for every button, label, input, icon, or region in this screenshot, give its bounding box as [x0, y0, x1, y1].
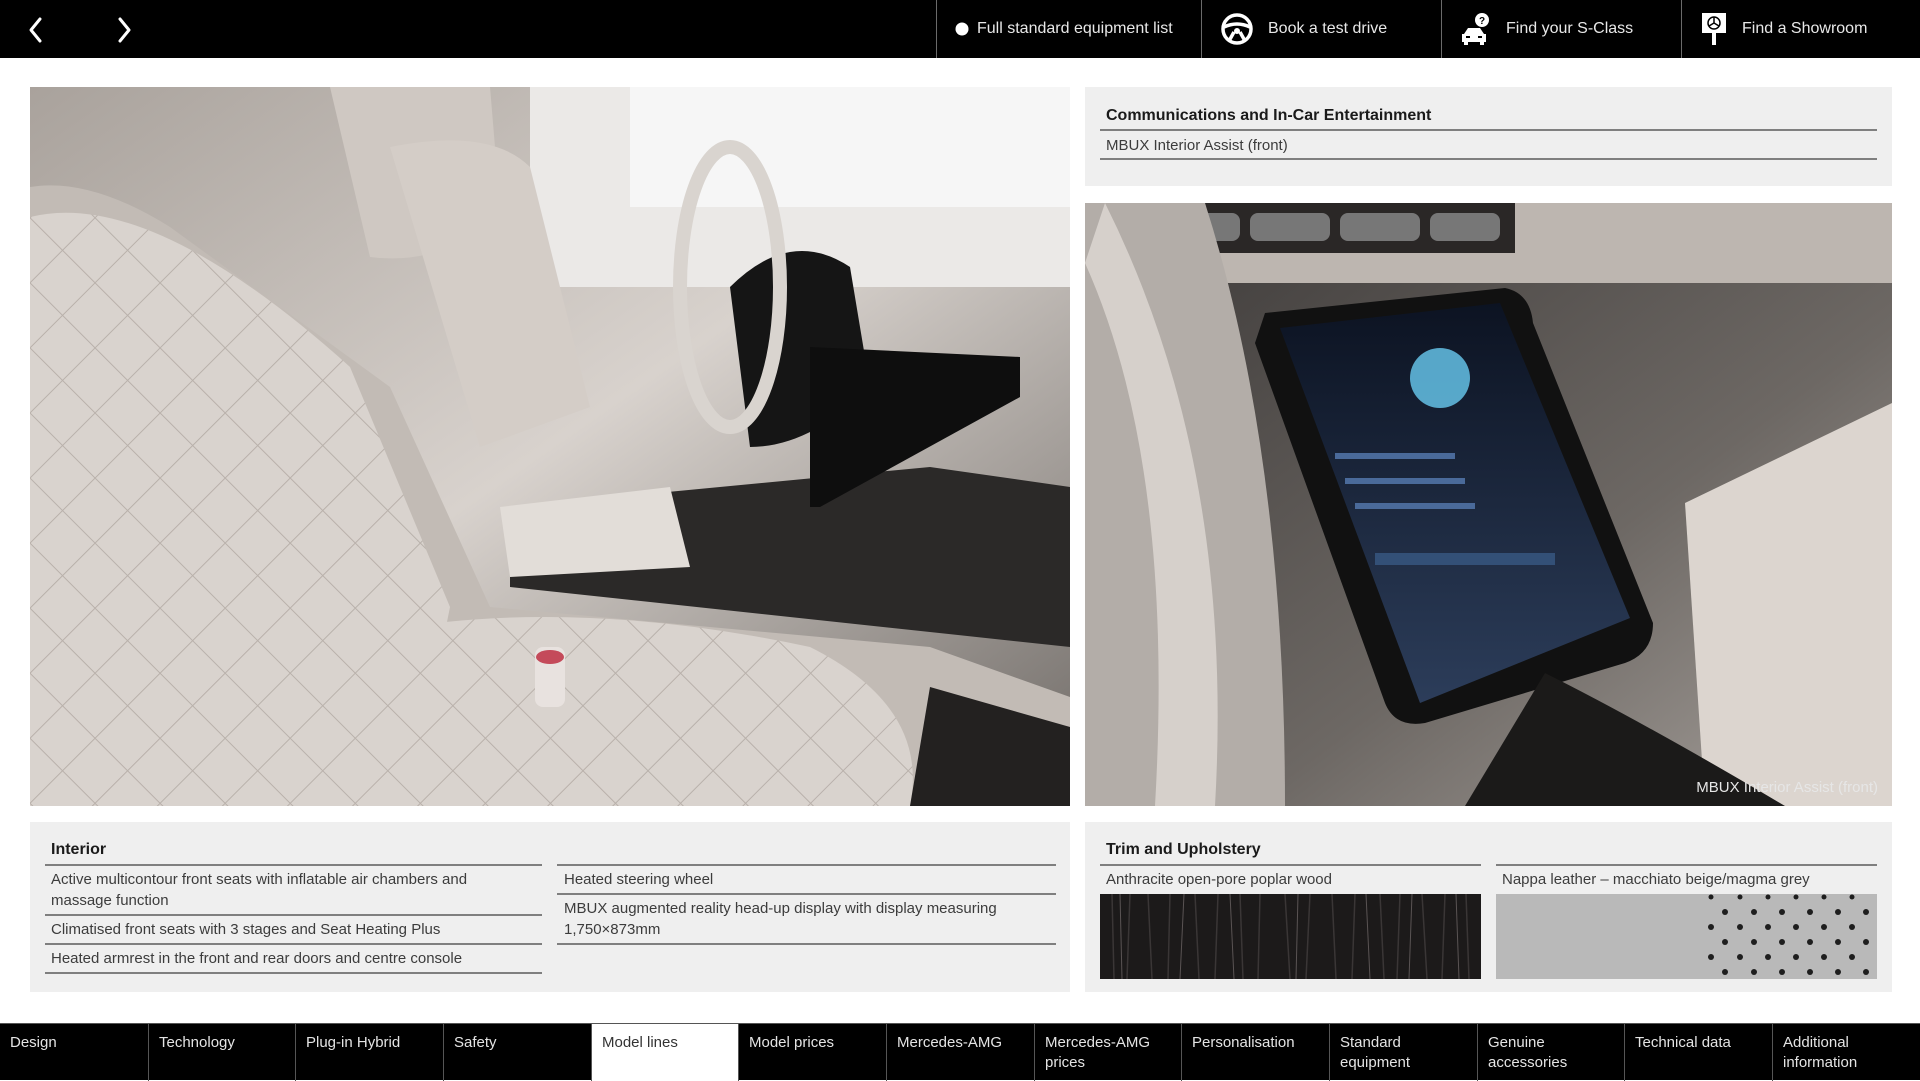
interior-item: Heated steering wheel [564, 871, 714, 888]
divider [1100, 158, 1877, 160]
nav-personalisation[interactable]: Personalisation [1181, 1024, 1329, 1081]
divider [557, 893, 1056, 895]
showroom-sign-icon [1700, 11, 1728, 47]
filled-circle-icon [955, 22, 969, 36]
divider [45, 972, 542, 974]
divider [557, 943, 1056, 945]
divider [557, 864, 1056, 866]
photo-caption: MBUX Interior Assist (front) [1696, 779, 1878, 796]
seat-interior-photo [30, 87, 1070, 806]
divider [45, 943, 542, 945]
book-test-drive-label: Book a test drive [1268, 20, 1388, 37]
top-nav: Full standard equipment list Book a test… [936, 0, 1920, 58]
divider [45, 864, 542, 866]
divider [45, 914, 542, 916]
trim-upholstery-panel: Trim and Upholstery Anthracite open-pore… [1085, 822, 1892, 992]
comms-item: MBUX Interior Assist (front) [1106, 137, 1288, 154]
nav-standard-equipment[interactable]: Standard equipment [1329, 1024, 1477, 1081]
nav-model-prices[interactable]: Model prices [738, 1024, 886, 1081]
interior-item: Active multicontour front seats with inf… [51, 871, 468, 909]
steering-wheel-icon [1220, 12, 1254, 46]
nav-technical-data[interactable]: Technical data [1624, 1024, 1772, 1081]
chevron-right-icon [118, 17, 131, 43]
nav-additional-information[interactable]: Additional information [1772, 1024, 1920, 1081]
leather-swatch [1496, 894, 1877, 979]
find-a-showroom-link[interactable]: Find a Showroom [1681, 0, 1920, 58]
wood-swatch [1100, 894, 1481, 979]
full-equipment-list-label: Full standard equipment list [977, 20, 1173, 37]
communications-panel: Communications and In-Car Entertainment … [1085, 87, 1892, 186]
divider [1496, 864, 1877, 866]
section-nav: Design Technology Plug-in Hybrid Safety … [0, 1023, 1920, 1081]
divider [1100, 864, 1481, 866]
top-bar: Full standard equipment list Book a test… [0, 0, 1920, 58]
nav-mercedes-amg-prices[interactable]: Mercedes-AMG prices [1034, 1024, 1181, 1081]
find-your-s-class-label: Find your S-Class [1506, 20, 1634, 37]
interior-panel: Interior Active multicontour front seats… [30, 822, 1070, 992]
previous-page-button[interactable] [18, 12, 54, 48]
next-page-button[interactable] [106, 12, 142, 48]
trim-title: Trim and Upholstery [1106, 841, 1261, 858]
nav-model-lines[interactable]: Model lines [591, 1024, 738, 1081]
interior-item: Climatised front seats with 3 stages and… [51, 921, 441, 938]
nav-genuine-accessories[interactable]: Genuine accessories [1477, 1024, 1624, 1081]
find-your-s-class-link[interactable]: ? Find your S-Class [1441, 0, 1681, 58]
swatch-label: Anthracite open-pore poplar wood [1106, 871, 1332, 888]
nav-technology[interactable]: Technology [148, 1024, 295, 1081]
nav-plug-in-hybrid[interactable]: Plug-in Hybrid [295, 1024, 443, 1081]
nav-design[interactable]: Design [0, 1024, 148, 1081]
nav-safety[interactable]: Safety [443, 1024, 591, 1081]
book-test-drive-link[interactable]: Book a test drive [1201, 0, 1441, 58]
mbux-display-photo: MBUX Interior Assist (front) [1085, 203, 1892, 806]
interior-title: Interior [51, 841, 107, 858]
full-equipment-list-link[interactable]: Full standard equipment list [936, 0, 1201, 58]
interior-item: Heated armrest in the front and rear doo… [51, 950, 463, 967]
chevron-left-icon [29, 17, 42, 43]
nav-mercedes-amg[interactable]: Mercedes-AMG [886, 1024, 1034, 1081]
divider [1100, 129, 1877, 131]
find-a-showroom-label: Find a Showroom [1742, 20, 1868, 37]
interior-item: MBUX augmented reality head-up display w… [564, 900, 997, 938]
swatch-label: Nappa leather – macchiato beige/magma gr… [1502, 871, 1810, 888]
communications-title: Communications and In-Car Entertainment [1106, 107, 1432, 124]
svg-text:?: ? [1479, 16, 1485, 27]
car-question-icon: ? [1460, 12, 1492, 46]
